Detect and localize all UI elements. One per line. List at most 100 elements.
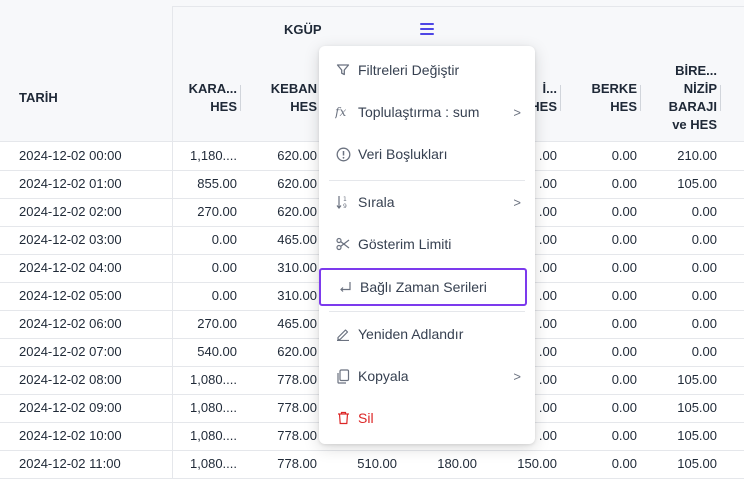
column-resize-handle[interactable] bbox=[560, 85, 561, 111]
value-cell: 0.00 bbox=[611, 232, 637, 247]
menu-item-sort[interactable]: 19 Sırala > bbox=[319, 184, 535, 220]
value-cell: 620.00 bbox=[277, 204, 317, 219]
value-cell: 0.00 bbox=[691, 204, 717, 219]
value-cell: 0.00 bbox=[211, 260, 237, 275]
value-cell: 465.00 bbox=[277, 316, 317, 331]
column-header-label: BİRE... bbox=[675, 63, 717, 78]
value-cell: 0.00 bbox=[611, 400, 637, 415]
value-cell: 540.00 bbox=[197, 344, 237, 359]
value-cell: 1,080.... bbox=[190, 428, 237, 443]
value-cell: 1,080.... bbox=[190, 400, 237, 415]
svg-text:1: 1 bbox=[343, 196, 347, 203]
value-cell: 465.00 bbox=[277, 232, 317, 247]
column-header[interactable]: BERKE HES bbox=[576, 56, 637, 140]
column-header[interactable]: KEBAN HES bbox=[256, 56, 317, 140]
date-cell: 2024-12-02 06:00 bbox=[19, 316, 122, 331]
value-cell: 0.00 bbox=[611, 316, 637, 331]
trash-icon bbox=[335, 410, 351, 426]
menu-item-label: Kopyala bbox=[358, 368, 409, 384]
link-return-icon bbox=[337, 279, 353, 295]
value-cell: 0.00 bbox=[211, 232, 237, 247]
sort-icon: 19 bbox=[335, 194, 351, 210]
menu-item-aggregation[interactable]: fx Toplulaştırma : sum > bbox=[319, 94, 535, 130]
column-header[interactable]: TARİH bbox=[19, 56, 159, 140]
menu-item-filters[interactable]: Filtreleri Değiştir bbox=[319, 52, 535, 88]
column-header[interactable]: KARA... HES bbox=[176, 56, 237, 140]
chevron-right-icon: > bbox=[513, 104, 521, 120]
copy-icon bbox=[335, 368, 351, 384]
value-cell: 0.00 bbox=[691, 288, 717, 303]
menu-item-data-gaps[interactable]: Veri Boşlukları bbox=[319, 136, 535, 172]
menu-item-label: Gösterim Limiti bbox=[358, 236, 452, 252]
value-cell: 778.00 bbox=[277, 456, 317, 471]
column-header-label: ve HES bbox=[672, 117, 717, 132]
column-resize-handle[interactable] bbox=[240, 85, 241, 111]
value-cell: 0.00 bbox=[611, 204, 637, 219]
date-cell: 2024-12-02 08:00 bbox=[19, 372, 122, 387]
menu-divider bbox=[329, 311, 525, 312]
menu-item-label: Filtreleri Değiştir bbox=[358, 62, 460, 78]
date-cell: 2024-12-02 04:00 bbox=[19, 260, 122, 275]
column-resize-handle[interactable] bbox=[720, 85, 721, 111]
date-cell: 2024-12-02 10:00 bbox=[19, 428, 122, 443]
value-cell: 105.00 bbox=[677, 400, 717, 415]
menu-item-copy[interactable]: Kopyala > bbox=[319, 358, 535, 394]
svg-text:9: 9 bbox=[343, 203, 347, 209]
value-cell: 0.00 bbox=[611, 288, 637, 303]
date-cell: 2024-12-02 05:00 bbox=[19, 288, 122, 303]
fx-icon: fx bbox=[335, 104, 351, 120]
value-cell: 270.00 bbox=[197, 316, 237, 331]
value-cell: 0.00 bbox=[691, 232, 717, 247]
column-menu-icon[interactable] bbox=[420, 23, 434, 37]
value-cell: 620.00 bbox=[277, 344, 317, 359]
value-cell: 1,080.... bbox=[190, 456, 237, 471]
column-header-label: HES bbox=[610, 99, 637, 114]
value-cell: 0.00 bbox=[611, 260, 637, 275]
value-cell: 0.00 bbox=[611, 456, 637, 471]
value-cell: 150.00 bbox=[517, 456, 557, 471]
menu-item-label: Sil bbox=[358, 410, 374, 426]
info-circle-icon bbox=[335, 146, 351, 162]
column-header[interactable]: BİRE... NİZİP BARAJI ve HES bbox=[656, 56, 717, 140]
value-cell: 0.00 bbox=[211, 288, 237, 303]
column-header-label: KEBAN bbox=[270, 81, 317, 96]
table-row[interactable]: 2024-12-02 11:00 1,080.... 778.00 510.00 180… bbox=[0, 450, 744, 479]
value-cell: 0.00 bbox=[611, 148, 637, 163]
menu-item-label: Sırala bbox=[358, 194, 395, 210]
value-cell: 510.00 bbox=[357, 456, 397, 471]
menu-item-label: Toplulaştırma : sum bbox=[358, 104, 480, 120]
column-header-label: NİZİP bbox=[683, 81, 717, 96]
svg-text:fx: fx bbox=[335, 105, 346, 119]
value-cell: 778.00 bbox=[277, 400, 317, 415]
value-cell: 620.00 bbox=[277, 148, 317, 163]
column-context-menu: Filtreleri Değiştir fx Toplulaştırma : s… bbox=[319, 46, 535, 444]
chevron-right-icon: > bbox=[513, 194, 521, 210]
menu-item-linked-time-series[interactable]: Bağlı Zaman Serileri bbox=[319, 268, 527, 306]
value-cell: 620.00 bbox=[277, 176, 317, 191]
value-cell: 1,180.... bbox=[190, 148, 237, 163]
menu-item-rename[interactable]: Yeniden Adlandır bbox=[319, 316, 535, 352]
date-cell: 2024-12-02 02:00 bbox=[19, 204, 122, 219]
value-cell: 0.00 bbox=[691, 344, 717, 359]
column-header-label: TARİH bbox=[19, 90, 58, 105]
value-cell: 778.00 bbox=[277, 428, 317, 443]
value-cell: 778.00 bbox=[277, 372, 317, 387]
column-header-label: HES bbox=[290, 99, 317, 114]
value-cell: 210.00 bbox=[677, 148, 717, 163]
menu-item-display-limit[interactable]: Gösterim Limiti bbox=[319, 226, 535, 262]
value-cell: 0.00 bbox=[691, 316, 717, 331]
filter-icon bbox=[335, 62, 351, 78]
value-cell: 105.00 bbox=[677, 428, 717, 443]
date-cell: 2024-12-02 09:00 bbox=[19, 400, 122, 415]
menu-item-label: Yeniden Adlandır bbox=[358, 326, 464, 342]
value-cell: 270.00 bbox=[197, 204, 237, 219]
value-cell: 1,080.... bbox=[190, 372, 237, 387]
column-header-label: BERKE bbox=[591, 81, 637, 96]
value-cell: 855.00 bbox=[197, 176, 237, 191]
column-header-label: BARAJI bbox=[668, 99, 717, 114]
column-resize-handle[interactable] bbox=[640, 85, 641, 111]
group-header-title: KGÜP bbox=[284, 22, 322, 37]
menu-item-delete[interactable]: Sil bbox=[319, 400, 535, 436]
value-cell: 310.00 bbox=[277, 260, 317, 275]
value-cell: 0.00 bbox=[611, 372, 637, 387]
